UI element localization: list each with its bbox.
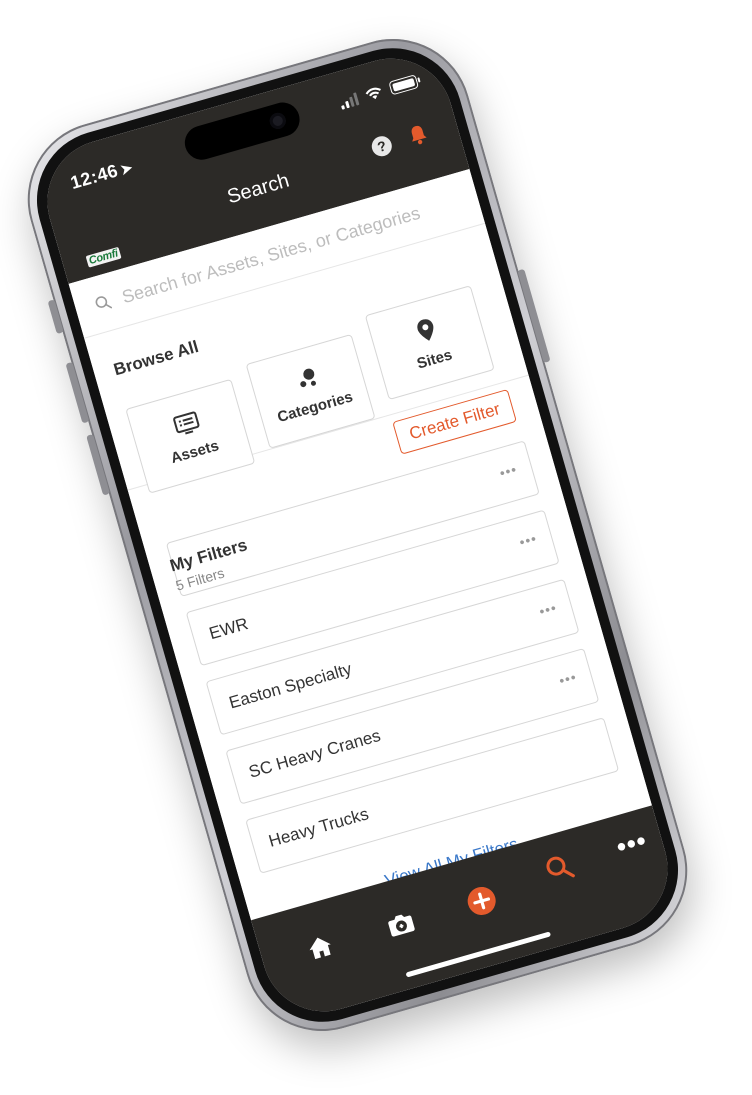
- phone-frame: 12:46➤ Search ? Comfi Search for Assets,…: [9, 20, 706, 1050]
- cellular-signal-icon: [338, 91, 360, 110]
- filter-name: Heavy Trucks: [266, 804, 371, 851]
- tab-camera[interactable]: [382, 906, 419, 943]
- time-text: 12:46: [68, 160, 121, 193]
- search-icon: [95, 296, 113, 309]
- wifi-icon: [365, 87, 381, 99]
- camera-icon: [388, 914, 415, 937]
- tab-add[interactable]: [463, 882, 500, 919]
- filter-name: EWR: [206, 614, 251, 644]
- browse-sites-tile[interactable]: Sites: [364, 285, 495, 401]
- camera-lens: [267, 111, 288, 131]
- map-pin-icon: [417, 318, 434, 341]
- browse-categories-tile[interactable]: Categories: [245, 333, 376, 449]
- phone-screen: 12:46➤ Search ? Comfi Search for Assets,…: [32, 44, 683, 1026]
- home-icon: [309, 937, 331, 960]
- browse-all-heading: Browse All: [111, 337, 201, 380]
- status-bar-time: 12:46➤: [68, 156, 135, 194]
- filter-name: SC Heavy Cranes: [246, 725, 383, 782]
- categories-label: Categories: [275, 387, 355, 426]
- main-content: Browse All Assets: [68, 168, 652, 921]
- more-icon[interactable]: •••: [613, 824, 650, 862]
- list-screen-icon: [173, 411, 200, 434]
- company-logo: Comfi: [85, 246, 122, 268]
- tab-home[interactable]: [302, 929, 339, 966]
- browse-assets-tile[interactable]: Assets: [125, 378, 256, 494]
- phone-bezel: 12:46➤ Search ? Comfi Search for Assets,…: [20, 31, 695, 1039]
- filter-more-icon[interactable]: •••: [517, 530, 538, 550]
- search-tab-icon: [546, 856, 575, 878]
- filter-more-icon[interactable]: •••: [537, 599, 558, 619]
- action-button: [47, 299, 64, 335]
- sites-label: Sites: [414, 345, 455, 373]
- tab-search[interactable]: [541, 850, 578, 887]
- dots-cluster-icon: [300, 368, 316, 387]
- location-arrow-icon: ➤: [118, 159, 135, 178]
- assets-label: Assets: [168, 436, 221, 467]
- my-filters-more-icon[interactable]: •••: [498, 461, 519, 481]
- add-icon: [467, 886, 496, 915]
- filter-more-icon[interactable]: •••: [557, 668, 578, 688]
- battery-icon: [388, 74, 420, 96]
- home-indicator: [405, 931, 551, 978]
- filter-name: Easton Specialty: [226, 659, 354, 713]
- status-bar-icons: [338, 74, 420, 110]
